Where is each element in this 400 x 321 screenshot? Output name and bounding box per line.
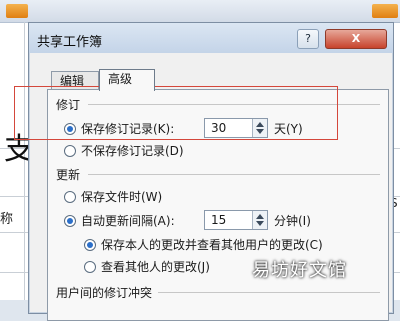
dialog-titlebar[interactable]: 共享工作簿 ? X <box>29 23 393 53</box>
cell-text: 称 <box>0 212 14 227</box>
view-others-label: 查看其他人的更改(J) <box>101 260 210 274</box>
save-and-view-option[interactable]: 保存本人的更改并查看其他用户的更改(C) <box>84 236 323 253</box>
auto-update-radio[interactable] <box>64 214 76 227</box>
keep-days-stepper[interactable]: 30 <box>204 118 268 138</box>
view-others-radio[interactable] <box>84 260 96 273</box>
save-and-view-label: 保存本人的更改并查看其他用户的更改(C) <box>101 238 323 252</box>
section-updates: 更新 <box>56 168 81 182</box>
keep-history-radio[interactable] <box>64 122 76 135</box>
keep-history-label: 保存修订记录(K): <box>81 122 175 136</box>
stepper-up-icon[interactable] <box>256 122 264 127</box>
view-others-option[interactable]: 查看其他人的更改(J) <box>84 258 210 275</box>
section-divider <box>88 104 380 105</box>
stepper-down-icon[interactable] <box>256 221 264 226</box>
update-on-save-option[interactable]: 保存文件时(W) <box>64 188 162 205</box>
update-on-save-radio[interactable] <box>64 190 76 203</box>
dont-keep-history-radio[interactable] <box>64 144 76 157</box>
update-interval-unit: 分钟(I) <box>274 214 311 228</box>
auto-update-label: 自动更新间隔(A): <box>81 214 175 228</box>
excel-ribbon <box>0 0 400 23</box>
update-interval-stepper[interactable]: 15 <box>204 210 268 230</box>
ribbon-right-control[interactable] <box>372 4 398 18</box>
dialog-title: 共享工作簿 <box>37 35 103 50</box>
section-revisions: 修订 <box>56 98 81 112</box>
office-button[interactable] <box>6 4 28 18</box>
keep-history-option[interactable]: 保存修订记录(K): <box>64 120 174 137</box>
stepper-buttons[interactable] <box>252 211 267 229</box>
keep-days-unit: 天(Y) <box>274 122 303 136</box>
save-and-view-radio[interactable] <box>84 238 96 251</box>
stepper-down-icon[interactable] <box>256 129 264 134</box>
watermark: 易坊好文馆 <box>252 260 347 281</box>
dont-keep-history-label: 不保存修订记录(D) <box>81 144 184 158</box>
update-on-save-label: 保存文件时(W) <box>81 190 163 204</box>
auto-update-option[interactable]: 自动更新间隔(A): <box>64 212 175 229</box>
help-button[interactable]: ? <box>297 29 319 49</box>
close-button[interactable]: X <box>325 29 387 49</box>
section-divider <box>88 174 380 175</box>
stepper-up-icon[interactable] <box>256 214 264 219</box>
tab-editing[interactable]: 编辑 <box>51 71 99 90</box>
section-conflicts: 用户间的修订冲突 <box>56 286 153 300</box>
advanced-panel: 修订 保存修订记录(K): 30 天(Y) 不保存修订记录(D) 更新 保存文件… <box>47 89 389 321</box>
keep-days-value[interactable]: 30 <box>211 121 226 135</box>
section-divider <box>158 292 380 293</box>
tab-advanced[interactable]: 高级 <box>99 69 155 91</box>
update-interval-value[interactable]: 15 <box>211 213 226 227</box>
stepper-buttons[interactable] <box>252 119 267 137</box>
dont-keep-history-option[interactable]: 不保存修订记录(D) <box>64 142 184 159</box>
